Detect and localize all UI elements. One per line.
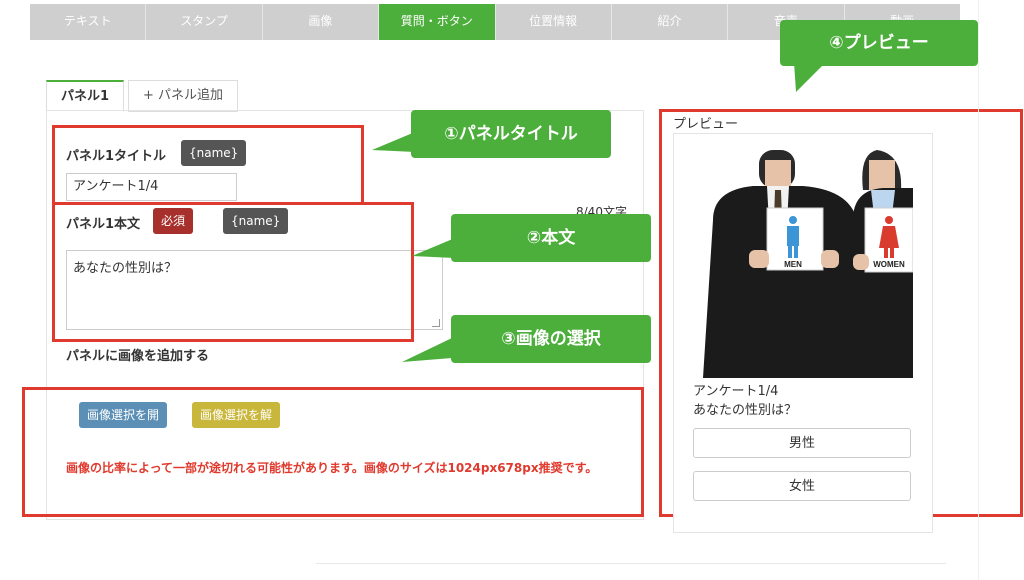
tab-stamp[interactable]: スタンプ <box>146 4 263 40</box>
divider <box>316 563 946 564</box>
tab-question-button[interactable]: 質問・ボタン <box>379 4 496 40</box>
tab-location[interactable]: 位置情報 <box>495 4 612 40</box>
callout-pointer <box>412 238 455 258</box>
callout-pointer <box>372 132 415 152</box>
highlight-title-box <box>52 125 364 205</box>
callout-image-select: ③画像の選択 <box>451 315 651 363</box>
highlight-body-box <box>52 202 414 342</box>
preview-heading: プレビュー <box>673 117 739 132</box>
resize-handle[interactable] <box>432 319 440 327</box>
men-sign-text: MEN <box>784 260 802 269</box>
tab-panel1[interactable]: パネル1 <box>46 80 124 112</box>
preview-choice-female[interactable]: 女性 <box>693 471 911 501</box>
divider <box>978 0 979 580</box>
add-panel-button[interactable]: + パネル追加 <box>128 80 238 112</box>
highlight-image-box <box>22 387 644 517</box>
tab-text[interactable]: テキスト <box>30 4 147 40</box>
callout-pointer <box>402 338 452 362</box>
callout-body: ②本文 <box>451 214 651 262</box>
callout-panel-title: ①パネルタイトル <box>411 110 611 158</box>
add-image-label: パネルに画像を追加する <box>66 349 210 364</box>
tab-image[interactable]: 画像 <box>262 4 380 40</box>
tab-introduction[interactable]: 紹介 <box>611 4 729 40</box>
callout-preview: ④プレビュー <box>780 20 978 66</box>
callout-pointer <box>794 62 826 92</box>
preview-body: あなたの性別は？ <box>693 403 798 418</box>
preview-image: MEN WOMEN <box>693 150 913 378</box>
preview-choice-male[interactable]: 男性 <box>693 428 911 458</box>
preview-title: アンケート1/4 <box>693 384 779 399</box>
women-sign-text: WOMEN <box>873 260 905 269</box>
